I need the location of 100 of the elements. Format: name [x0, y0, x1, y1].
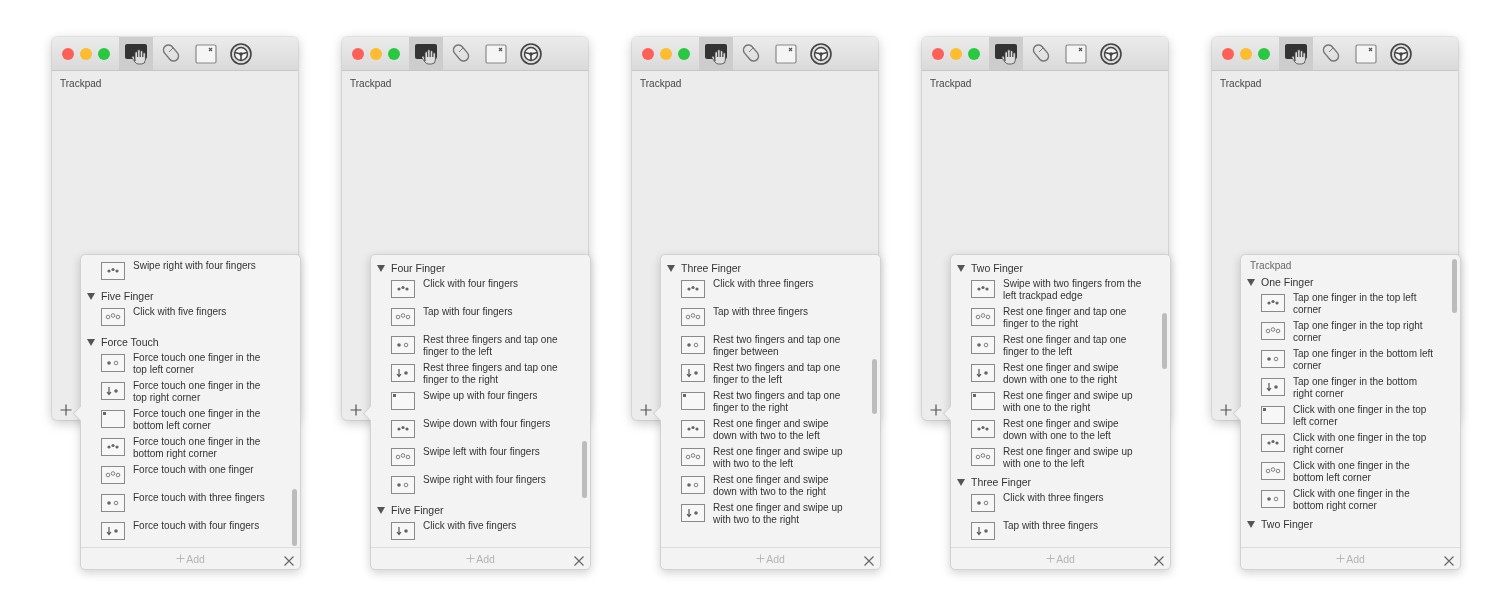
group-header[interactable]: Four Finger	[391, 262, 446, 274]
disclosure-triangle[interactable]	[1247, 278, 1255, 286]
close-icon[interactable]	[574, 553, 584, 564]
scrollbar-thumb[interactable]	[1452, 259, 1457, 313]
trackpad-icon	[1261, 378, 1285, 396]
gesture-item[interactable]: Rest two fingers and tap one finger between	[713, 334, 855, 358]
scrollbar-thumb[interactable]	[582, 441, 587, 498]
trackpad-icon	[971, 448, 995, 466]
close-window-button[interactable]	[352, 47, 364, 60]
gesture-item[interactable]: Force touch with three fingers	[133, 492, 275, 504]
gesture-item[interactable]: Click with one finger in the bottom right corner	[1293, 488, 1435, 512]
zoom-window-button[interactable]	[388, 47, 400, 60]
gesture-item[interactable]: Click with five fingers	[133, 306, 275, 318]
gesture-item[interactable]: Click with four fingers	[423, 278, 565, 290]
gesture-item[interactable]: Force touch one finger in the bottom right corner	[133, 436, 275, 460]
scrollbar-thumb[interactable]	[1162, 313, 1167, 369]
scrollbar-thumb[interactable]	[292, 489, 297, 546]
group-header[interactable]: One Finger	[1261, 276, 1314, 288]
gesture-item[interactable]: Click with one finger in the bottom left corner	[1293, 460, 1435, 484]
gesture-item[interactable]: Swipe up with four fingers	[423, 390, 565, 402]
add-button[interactable]	[640, 404, 652, 416]
gesture-item[interactable]: Rest one finger and swipe up with two to the left	[713, 446, 855, 470]
gesture-item[interactable]: Click with one finger in the top right corner	[1293, 432, 1435, 456]
zoom-window-button[interactable]	[968, 47, 980, 60]
close-icon[interactable]	[284, 553, 294, 564]
close-icon[interactable]	[1444, 553, 1454, 564]
toolbar-tab[interactable]	[119, 37, 153, 70]
trackpad-icon	[1261, 350, 1285, 368]
close-window-button[interactable]	[62, 47, 74, 60]
gesture-item[interactable]: Swipe right with four fingers	[423, 474, 565, 486]
gesture-item[interactable]: Tap with four fingers	[423, 306, 565, 318]
gesture-item[interactable]: Force touch one finger in the top left corner	[133, 352, 275, 376]
trackpad-icon	[681, 308, 705, 326]
gesture-item[interactable]: Rest two fingers and tap one finger to the right	[713, 390, 855, 414]
scrollbar-thumb[interactable]	[872, 359, 877, 414]
disclosure-triangle[interactable]	[377, 506, 385, 514]
gesture-item[interactable]: Swipe down with four fingers	[423, 418, 565, 430]
disclosure-triangle[interactable]	[87, 338, 95, 346]
toolbar-tab[interactable]	[989, 37, 1023, 70]
gesture-item[interactable]: Force touch with one finger	[133, 464, 275, 476]
zoom-window-button[interactable]	[98, 47, 110, 60]
steering-wheel-icon	[229, 41, 253, 66]
trackpad-icon	[1261, 322, 1285, 340]
group-header[interactable]: Five Finger	[101, 290, 154, 302]
zoom-window-button[interactable]	[1258, 47, 1270, 60]
gesture-item[interactable]: Rest one finger and swipe up with two to the right	[713, 502, 855, 526]
disclosure-triangle[interactable]	[957, 478, 965, 486]
group-header[interactable]: Two Finger	[1261, 518, 1313, 530]
group-header[interactable]: Five Finger	[391, 504, 444, 516]
close-window-button[interactable]	[1222, 47, 1234, 60]
gesture-item[interactable]: Rest one finger and tap one finger to the right	[1003, 306, 1145, 330]
trackpad-icon	[681, 504, 705, 522]
gesture-item[interactable]: Rest three fingers and tap one finger to the left	[423, 334, 565, 358]
gesture-item[interactable]: Click with five fingers	[423, 520, 565, 532]
gesture-item[interactable]: Rest one finger and swipe down with two to the left	[713, 418, 855, 442]
gesture-item[interactable]: Force touch one finger in the top right corner	[133, 380, 275, 404]
gesture-item[interactable]: Rest one finger and tap one finger to the left	[1003, 334, 1145, 358]
gesture-item[interactable]: Swipe right with four fingers	[133, 260, 275, 272]
add-button[interactable]	[60, 404, 72, 416]
disclosure-triangle[interactable]	[377, 264, 385, 272]
gesture-item[interactable]: Tap one finger in the top right corner	[1293, 320, 1435, 344]
disclosure-triangle[interactable]	[1247, 520, 1255, 528]
gesture-item[interactable]: Force touch one finger in the bottom left corner	[133, 408, 275, 432]
gesture-item[interactable]: Tap with three fingers	[713, 306, 855, 318]
gesture-item[interactable]: Swipe left with four fingers	[423, 446, 565, 458]
gesture-item[interactable]: Click with three fingers	[713, 278, 855, 290]
disclosure-triangle[interactable]	[667, 264, 675, 272]
zoom-window-button[interactable]	[678, 47, 690, 60]
close-icon[interactable]	[1154, 553, 1164, 564]
gesture-item[interactable]: Click with one finger in the top left corner	[1293, 404, 1435, 428]
gesture-item[interactable]: Rest one finger and swipe up with one to the left	[1003, 446, 1145, 470]
group-header[interactable]: Force Touch	[101, 336, 159, 348]
add-button[interactable]	[350, 404, 362, 416]
disclosure-triangle[interactable]	[87, 292, 95, 300]
gesture-item[interactable]: Force touch with four fingers	[133, 520, 275, 532]
gesture-item[interactable]: Rest one finger and swipe down with one to the right	[1003, 362, 1145, 386]
gesture-item[interactable]: Tap one finger in the top left corner	[1293, 292, 1435, 316]
gesture-item[interactable]: Click with three fingers	[1003, 492, 1145, 504]
close-window-button[interactable]	[642, 47, 654, 60]
disclosure-triangle[interactable]	[957, 264, 965, 272]
gesture-item[interactable]: Tap with three fingers	[1003, 520, 1145, 532]
gesture-item[interactable]: Rest one finger and swipe up with one to the right	[1003, 390, 1145, 414]
add-button[interactable]	[1220, 404, 1232, 416]
group-header[interactable]: Three Finger	[971, 476, 1032, 488]
close-icon[interactable]	[864, 553, 874, 564]
toolbar-tab[interactable]	[1279, 37, 1313, 70]
group-header[interactable]: Two Finger	[971, 262, 1023, 274]
trackpad-icon	[1261, 406, 1285, 424]
gesture-item[interactable]: Tap one finger in the bottom right corner	[1293, 376, 1435, 400]
add-button[interactable]	[930, 404, 942, 416]
group-header[interactable]: Three Finger	[681, 262, 742, 274]
gesture-item[interactable]: Swipe with two fingers from the left trackpad edge	[1003, 278, 1145, 302]
gesture-item[interactable]: Rest one finger and swipe down with two to the right	[713, 474, 855, 498]
gesture-item[interactable]: Rest three fingers and tap one finger to the right	[423, 362, 565, 386]
gesture-item[interactable]: Rest one finger and swipe down with one to the left	[1003, 418, 1145, 442]
close-window-button[interactable]	[932, 47, 944, 60]
toolbar-tab[interactable]	[409, 37, 443, 70]
gesture-item[interactable]: Rest two fingers and tap one finger to the left	[713, 362, 855, 386]
gesture-item[interactable]: Tap one finger in the bottom left corner	[1293, 348, 1435, 372]
toolbar-tab[interactable]	[699, 37, 733, 70]
